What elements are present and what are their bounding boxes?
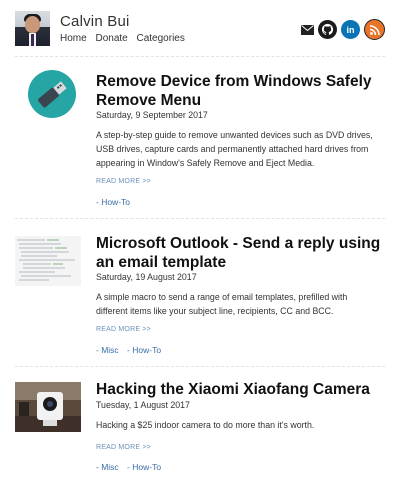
tag-misc[interactable]: - Misc xyxy=(96,462,119,472)
nav-donate[interactable]: Donate xyxy=(95,33,127,44)
divider xyxy=(15,218,385,219)
site-name[interactable]: Calvin Bui xyxy=(60,13,130,30)
post-excerpt: A step-by-step guide to remove unwanted … xyxy=(96,130,373,168)
github-icon[interactable] xyxy=(318,20,337,39)
post-title[interactable]: Remove Device from Windows Safely Remove… xyxy=(96,72,391,110)
camera-photo-thumbnail[interactable] xyxy=(15,382,81,432)
post-excerpt: Hacking a $25 indoor camera to do more t… xyxy=(96,420,315,430)
post-tags: - How-To xyxy=(96,197,136,207)
social-links: in xyxy=(300,19,385,40)
post-title[interactable]: Microsoft Outlook - Send a reply using a… xyxy=(96,234,391,272)
tag-how-to[interactable]: - How-To xyxy=(96,197,130,207)
code-screenshot-thumbnail[interactable] xyxy=(15,236,81,286)
post-date: Saturday, 19 August 2017 xyxy=(96,272,197,282)
tag-misc[interactable]: - Misc xyxy=(96,345,119,355)
post-tags: - Misc - How-To xyxy=(96,462,167,472)
mail-icon[interactable] xyxy=(300,20,314,39)
main-nav: Home Donate Categories xyxy=(60,33,191,44)
nav-categories[interactable]: Categories xyxy=(137,33,185,44)
nav-home[interactable]: Home xyxy=(60,33,87,44)
post-date: Saturday, 9 September 2017 xyxy=(96,110,208,120)
post-tags: - Misc - How-To xyxy=(96,345,167,355)
read-more-link[interactable]: READ MORE >> xyxy=(96,178,151,185)
tag-how-to[interactable]: - How-To xyxy=(127,345,161,355)
usb-drive-icon[interactable] xyxy=(28,70,76,118)
tag-how-to[interactable]: - How-To xyxy=(127,462,161,472)
read-more-link[interactable]: READ MORE >> xyxy=(96,444,151,451)
post-excerpt: A simple macro to send a range of email … xyxy=(96,292,348,316)
post-title[interactable]: Hacking the Xiaomi Xiaofang Camera xyxy=(96,380,391,399)
rss-icon[interactable] xyxy=(364,19,385,40)
divider xyxy=(15,56,385,57)
site-header: Calvin Bui Home Donate Categories in xyxy=(0,0,406,56)
read-more-link[interactable]: READ MORE >> xyxy=(96,326,151,333)
divider xyxy=(15,366,385,367)
linkedin-icon[interactable]: in xyxy=(341,20,360,39)
avatar[interactable] xyxy=(15,11,50,46)
post-date: Tuesday, 1 August 2017 xyxy=(96,400,190,410)
